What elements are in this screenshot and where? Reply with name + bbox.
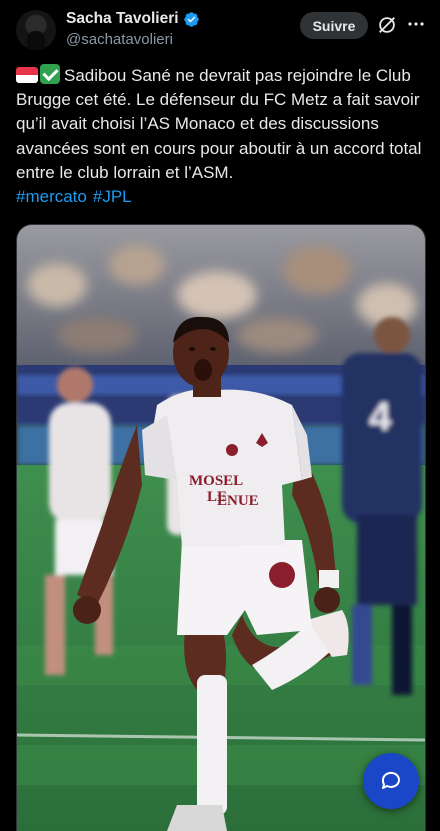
- shirt-sponsor-3: ENUE: [217, 493, 259, 509]
- hashtag-jpl[interactable]: #JPL: [93, 187, 132, 206]
- grok-slash-circle-icon[interactable]: [376, 14, 398, 36]
- tweet-body: Sadibou Sané ne devrait pas rejoindre le…: [16, 66, 422, 182]
- author-avatar[interactable]: [16, 10, 56, 50]
- hashtag-mercato[interactable]: #mercato: [16, 187, 87, 206]
- verified-badge-icon: [183, 11, 199, 27]
- author-display-name[interactable]: Sacha Tavolieri: [66, 10, 179, 28]
- football-celebration-photo: 4 MOSEL LE ENUE: [17, 225, 425, 831]
- author-handle[interactable]: @sachatavolieri: [66, 31, 200, 48]
- tweet-text: Sadibou Sané ne devrait pas rejoindre le…: [16, 64, 426, 209]
- monaco-flag-emoji: [16, 67, 38, 83]
- more-dots-icon[interactable]: [407, 18, 425, 30]
- compose-message-button[interactable]: [363, 753, 419, 809]
- tweet-post: Sacha Tavolieri @sachatavolieri Suivre S…: [0, 0, 440, 831]
- author-names: Sacha Tavolieri @sachatavolieri: [66, 10, 200, 48]
- shirt-number: 4: [369, 395, 392, 439]
- check-mark-emoji: [40, 64, 60, 84]
- tweet-photo[interactable]: 4 MOSEL LE ENUE: [16, 224, 426, 831]
- shirt-sponsor-1: MOSEL: [189, 473, 243, 489]
- tweet-header: Sacha Tavolieri @sachatavolieri Suivre: [16, 10, 426, 54]
- hashtags: #mercato #JPL: [16, 187, 138, 206]
- follow-button[interactable]: Suivre: [300, 12, 368, 39]
- compose-message-icon: [381, 771, 400, 789]
